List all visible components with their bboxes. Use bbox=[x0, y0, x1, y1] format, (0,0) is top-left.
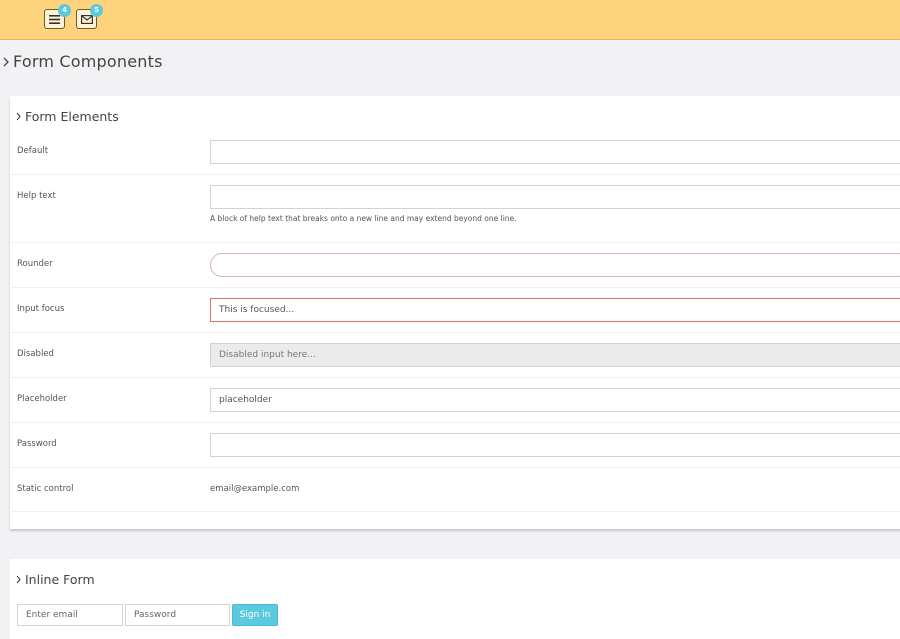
inline-form-title: Inline Form bbox=[16, 572, 95, 587]
form-elements-panel: Form Elements Default Help text A block … bbox=[10, 96, 900, 529]
static-control-label: Static control bbox=[17, 484, 74, 494]
inline-form-title-text: Inline Form bbox=[25, 572, 95, 587]
default-input[interactable] bbox=[210, 140, 900, 164]
static-control-value: email@example.com bbox=[210, 484, 300, 494]
password-label: Password bbox=[17, 439, 57, 449]
form-row-disabled: Disabled Disabled input here... bbox=[10, 333, 900, 378]
form-row-placeholder: Placeholder placeholder bbox=[10, 378, 900, 423]
form-row-static-control: Static control email@example.com bbox=[10, 468, 900, 512]
menu-toggle-button[interactable]: 4 bbox=[44, 4, 71, 29]
page-title: Form Components bbox=[3, 52, 163, 71]
placeholder-input[interactable]: placeholder bbox=[210, 388, 900, 412]
form-row-password: Password bbox=[10, 423, 900, 468]
form-elements-title: Form Elements bbox=[16, 109, 119, 124]
help-text-input[interactable] bbox=[210, 185, 900, 209]
form-row-help-text: Help text A block of help text that brea… bbox=[10, 175, 900, 243]
chevron-right-icon bbox=[3, 57, 9, 66]
form-row-default: Default bbox=[10, 131, 900, 175]
rounder-input[interactable] bbox=[210, 253, 900, 277]
input-focus-label: Input focus bbox=[17, 304, 65, 314]
disabled-input: Disabled input here... bbox=[210, 343, 900, 367]
placeholder-label: Placeholder bbox=[17, 394, 67, 404]
help-text-description: A block of help text that breaks onto a … bbox=[210, 214, 517, 223]
page-title-text: Form Components bbox=[13, 52, 163, 71]
form-row-input-focus: Input focus This is focused... bbox=[10, 288, 900, 333]
chevron-right-icon bbox=[16, 575, 21, 584]
help-text-label: Help text bbox=[17, 191, 56, 201]
envelope-icon bbox=[80, 14, 93, 24]
inline-form-panel: Inline Form Enter email Password Sign in bbox=[10, 559, 900, 639]
input-focus-input[interactable]: This is focused... bbox=[210, 298, 900, 322]
form-elements-title-text: Form Elements bbox=[25, 109, 119, 124]
form-row-rounder: Rounder bbox=[10, 243, 900, 288]
password-input[interactable] bbox=[210, 433, 900, 457]
menu-icon bbox=[49, 14, 60, 24]
top-navbar: 4 5 bbox=[0, 0, 900, 40]
rounder-label: Rounder bbox=[17, 259, 53, 269]
messages-button[interactable]: 5 bbox=[76, 4, 103, 29]
menu-badge: 4 bbox=[58, 4, 71, 17]
disabled-label: Disabled bbox=[17, 349, 54, 359]
chevron-right-icon bbox=[16, 112, 21, 121]
default-label: Default bbox=[17, 146, 49, 156]
messages-badge: 5 bbox=[90, 4, 103, 17]
